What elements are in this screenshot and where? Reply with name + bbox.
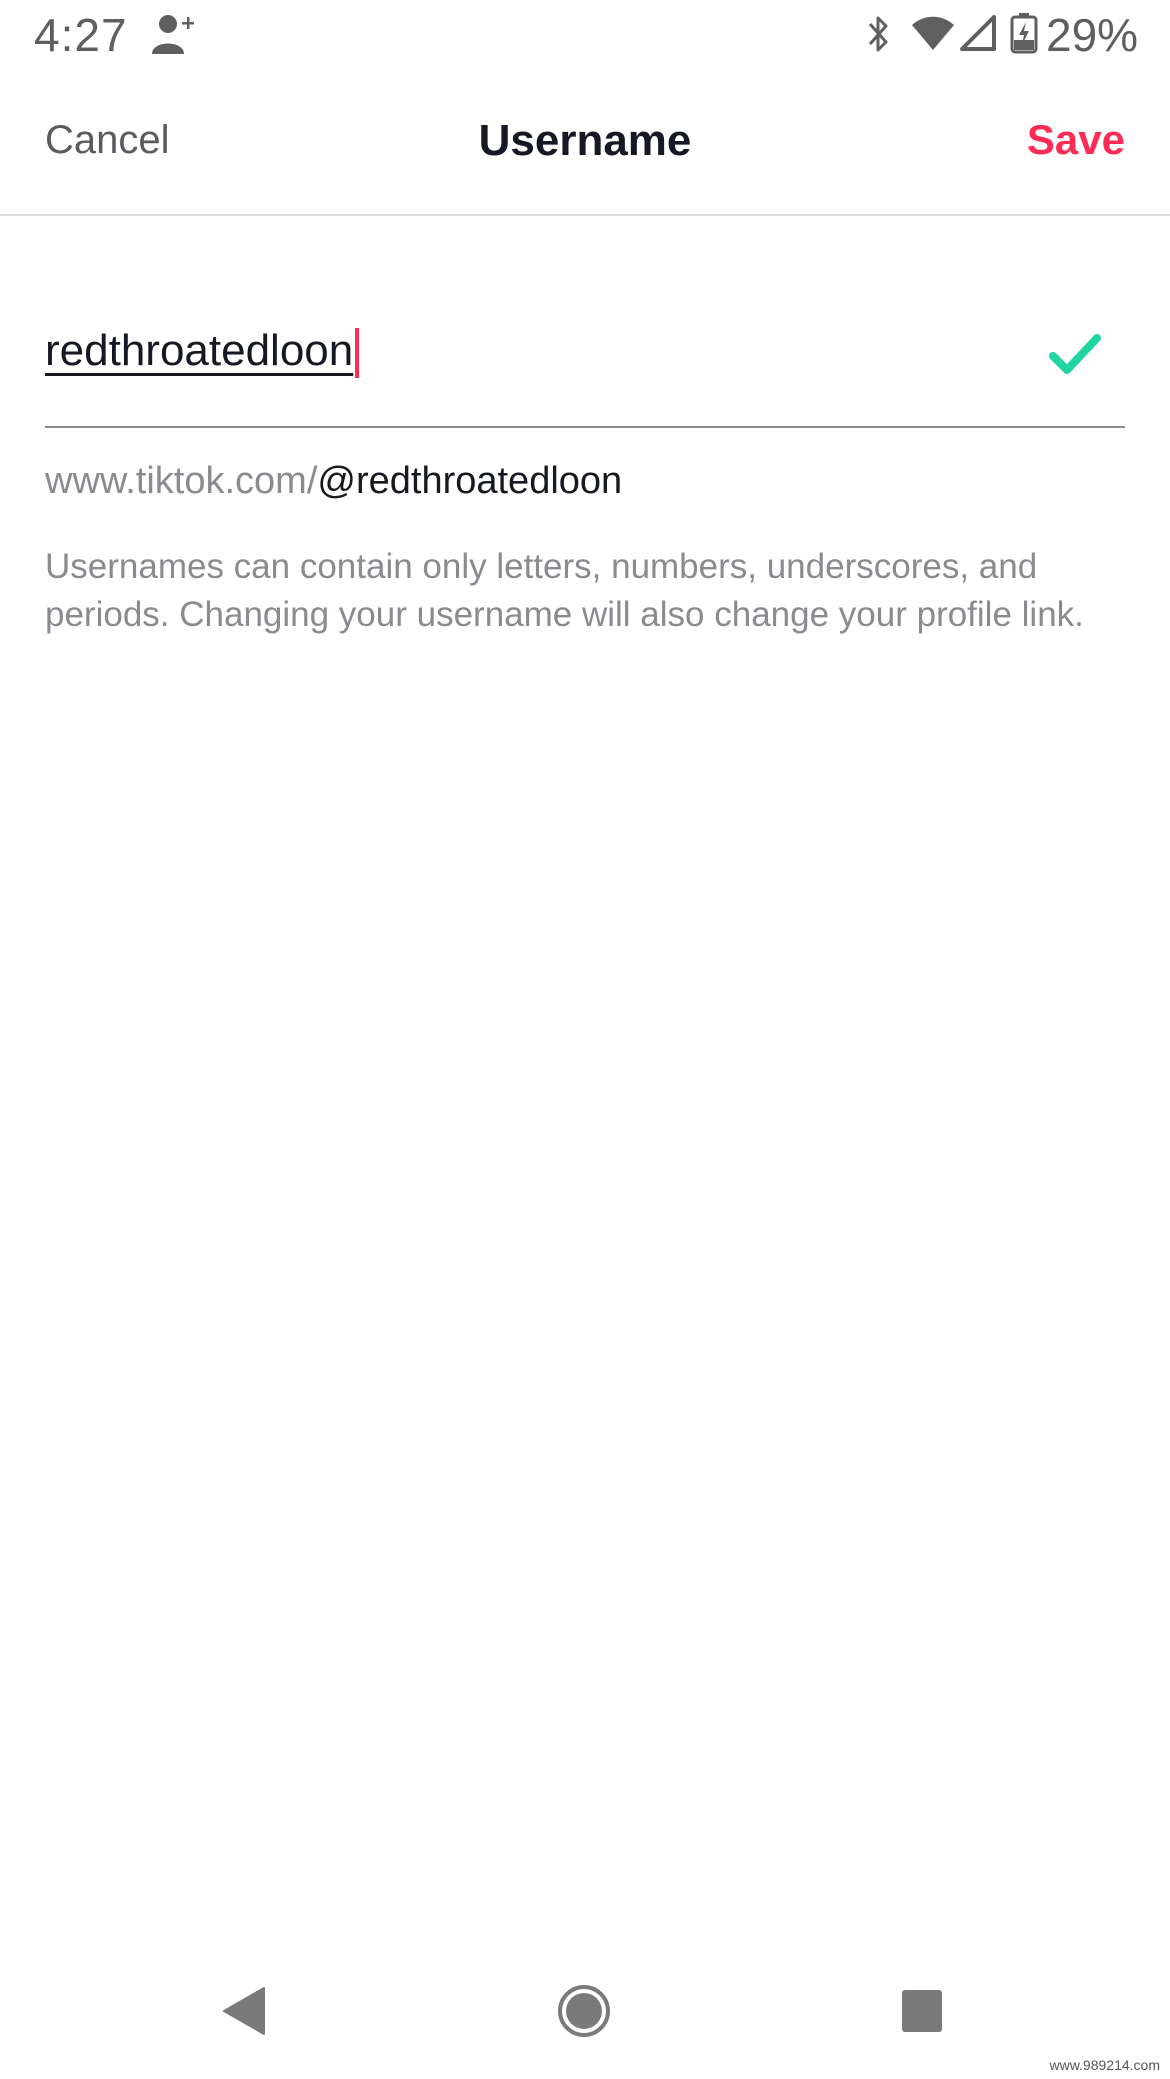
signal-icon	[960, 15, 996, 51]
battery-percent: 29%	[1046, 9, 1139, 61]
username-value: redthroatedloon	[45, 326, 354, 375]
nav-header: Cancel Username Save	[0, 70, 1170, 216]
status-time: 4:27	[34, 9, 128, 61]
username-input[interactable]: redthroatedloon	[45, 326, 360, 379]
back-icon[interactable]	[222, 1986, 266, 2036]
add-user-icon	[152, 15, 194, 54]
check-icon	[1049, 334, 1101, 374]
battery-charging-icon	[1010, 13, 1038, 54]
recents-icon[interactable]	[901, 1989, 943, 2033]
profile-link-handle: @redthroatedloon	[317, 460, 623, 502]
page-title: Username	[478, 116, 692, 165]
watermark: www.989214.com	[1049, 2057, 1160, 2073]
text-cursor	[355, 328, 360, 379]
profile-link: www.tiktok.com/@redthroatedloon	[45, 460, 622, 503]
profile-link-prefix: www.tiktok.com/	[45, 460, 318, 502]
bluetooth-icon	[868, 16, 888, 52]
cancel-button[interactable]: Cancel	[45, 118, 170, 163]
username-hint: Usernames can contain only letters, numb…	[45, 547, 1084, 634]
home-icon[interactable]	[557, 1984, 611, 2038]
username-field-row: redthroatedloon	[45, 300, 1125, 428]
status-bar: 4:27 29%	[0, 0, 1170, 70]
wifi-icon	[912, 16, 954, 50]
save-button[interactable]: Save	[1027, 116, 1125, 164]
system-nav-bar	[0, 1960, 1170, 2060]
